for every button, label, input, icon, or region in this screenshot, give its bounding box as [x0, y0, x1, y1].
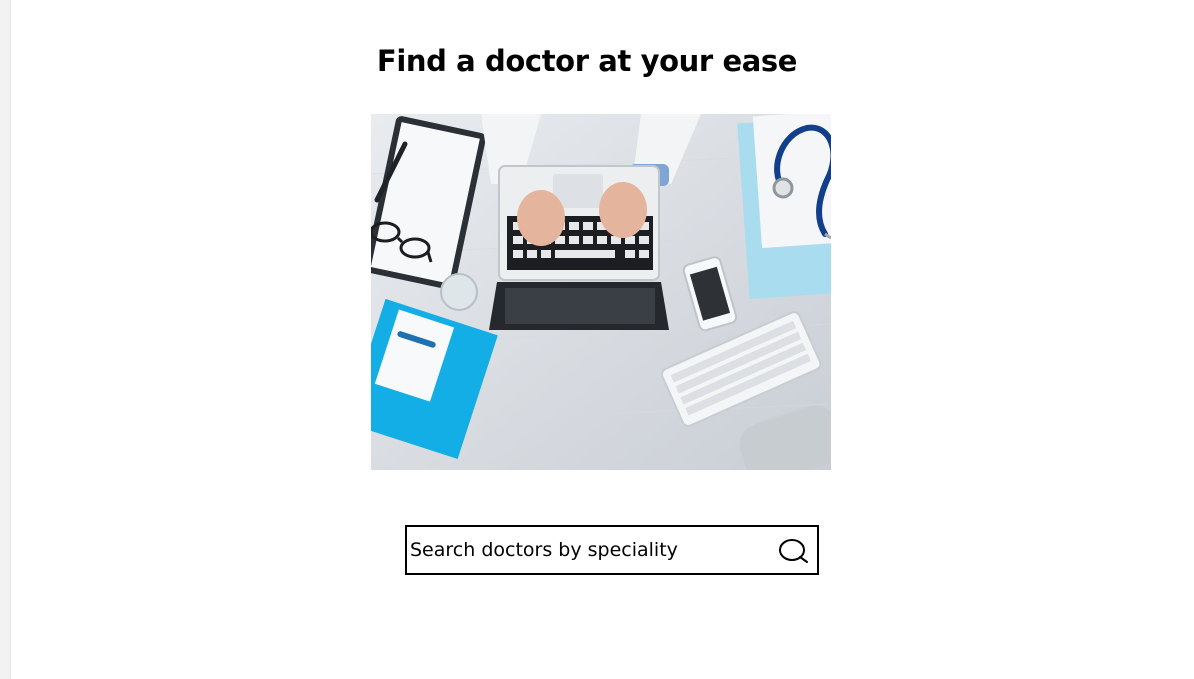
search-input[interactable] [410, 527, 770, 573]
page-title: Find a doctor at your ease [376, 44, 798, 78]
search-button[interactable] [777, 537, 811, 565]
search-box [405, 525, 819, 575]
left-scroll-rail [0, 0, 11, 679]
search-icon [779, 539, 808, 563]
hero-image [371, 114, 831, 470]
